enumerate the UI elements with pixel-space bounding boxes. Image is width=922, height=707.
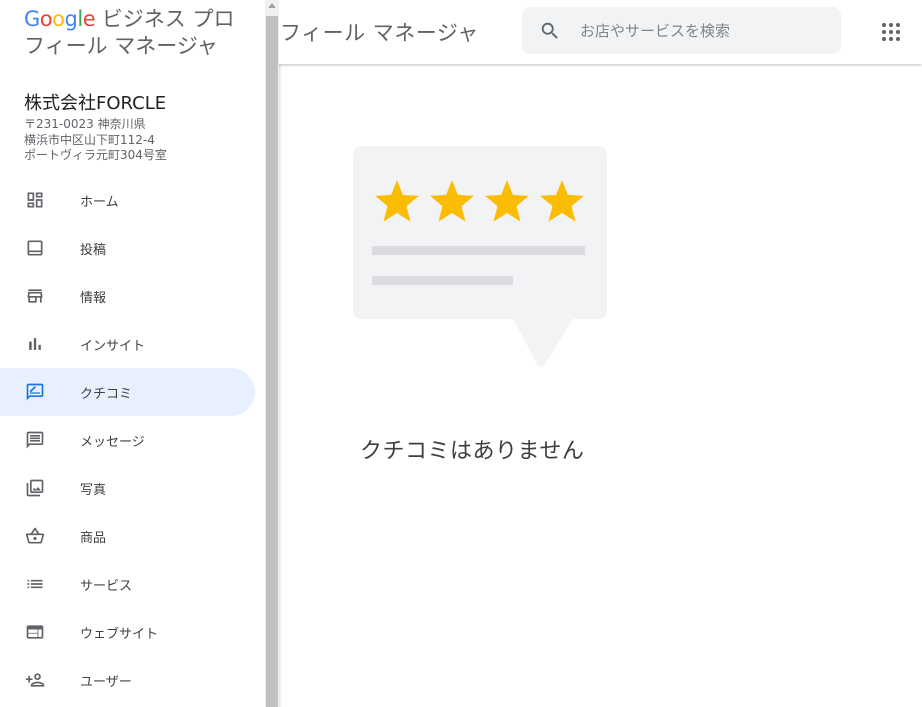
nav-label: 商品: [80, 531, 107, 546]
address-line: ポートヴィラ元町304号室: [24, 148, 167, 162]
nav-label: ウェブサイト: [80, 627, 159, 642]
google-wordmark: Google: [24, 7, 96, 31]
nav-item-info[interactable]: 情報: [0, 272, 255, 320]
apps-grid-icon[interactable]: [879, 20, 903, 44]
photo-library-icon: [26, 479, 44, 497]
search-box[interactable]: [522, 7, 841, 54]
nav-item-messages[interactable]: メッセージ: [0, 416, 255, 464]
nav-item-photos[interactable]: 写真: [0, 464, 255, 512]
nav-label: サービス: [80, 579, 133, 594]
address-line: 横浜市中区山下町112-4: [24, 132, 155, 147]
product-name-line1: ビジネス プロ: [101, 7, 235, 31]
google-letter: e: [82, 7, 96, 31]
scroll-thumb[interactable]: [266, 16, 278, 707]
storefront-icon: [27, 289, 43, 303]
nav-label: クチコミ: [80, 387, 133, 402]
nav-label: メッセージ: [80, 435, 145, 450]
google-letter: o: [52, 7, 65, 31]
drawer-scrollbar[interactable]: [265, 0, 279, 707]
search-icon[interactable]: [539, 20, 561, 42]
nav-label: 投稿: [80, 243, 107, 258]
search-input[interactable]: [580, 7, 830, 54]
nav-item-posts[interactable]: 投稿: [0, 224, 255, 272]
nav-label: ホーム: [80, 195, 119, 210]
nav-item-insights[interactable]: インサイト: [0, 320, 255, 368]
product-name-line2: フィール マネージャ: [24, 34, 218, 58]
speech-bubble: [353, 146, 607, 367]
nav-label: インサイト: [80, 339, 146, 354]
placeholder-line-2: [372, 276, 513, 285]
rate-review-icon: [26, 383, 44, 401]
person-add-icon: [25, 673, 45, 687]
brand-logo[interactable]: Google ビジネス プロ フィール マネージャ: [24, 6, 259, 60]
dashboard-icon: [27, 192, 43, 208]
nav-item-website[interactable]: ウェブサイト: [0, 608, 255, 656]
page-title: フィール マネージャ: [280, 21, 479, 45]
address-line: 〒231-0023 神奈川県: [24, 117, 146, 131]
list-icon: [27, 579, 43, 589]
posts-icon: [27, 240, 43, 256]
nav-item-users[interactable]: ユーザー: [0, 656, 255, 704]
scroll-up-arrow-icon[interactable]: [268, 3, 276, 8]
nav-item-products[interactable]: 商品: [0, 512, 255, 560]
nav-label: 写真: [80, 483, 107, 498]
no-reviews-illustration: [353, 146, 607, 367]
business-name: 株式会社FORCLE: [24, 93, 167, 114]
placeholder-line-1: [372, 246, 585, 255]
nav-label: 情報: [80, 291, 107, 306]
basket-icon: [25, 527, 45, 544]
nav-label: ユーザー: [80, 675, 132, 690]
google-letter: o: [39, 7, 53, 31]
nav-item-home[interactable]: ホーム: [0, 176, 255, 224]
business-address: 〒231-0023 神奈川県 横浜市中区山下町112-4 ポートヴィラ元町304…: [24, 117, 167, 164]
empty-state-message: クチコミはありません: [360, 439, 585, 464]
web-icon: [26, 625, 44, 639]
navigation-drawer: Google ビジネス プロ フィール マネージャ 株式会社FORCLE 〒23…: [0, 0, 265, 707]
nav-item-reviews[interactable]: クチコミ: [0, 368, 255, 416]
google-letter: g: [64, 7, 78, 31]
drawer-shadow: [279, 64, 282, 707]
bar-chart-icon: [29, 338, 41, 350]
nav-list: ホーム 投稿 情報 インサイト クチコミ メッセージ 写真 商品 サービス ウェ…: [0, 176, 265, 704]
nav-item-services[interactable]: サービス: [0, 560, 255, 608]
message-icon: [26, 431, 44, 449]
google-letter: G: [24, 7, 40, 31]
